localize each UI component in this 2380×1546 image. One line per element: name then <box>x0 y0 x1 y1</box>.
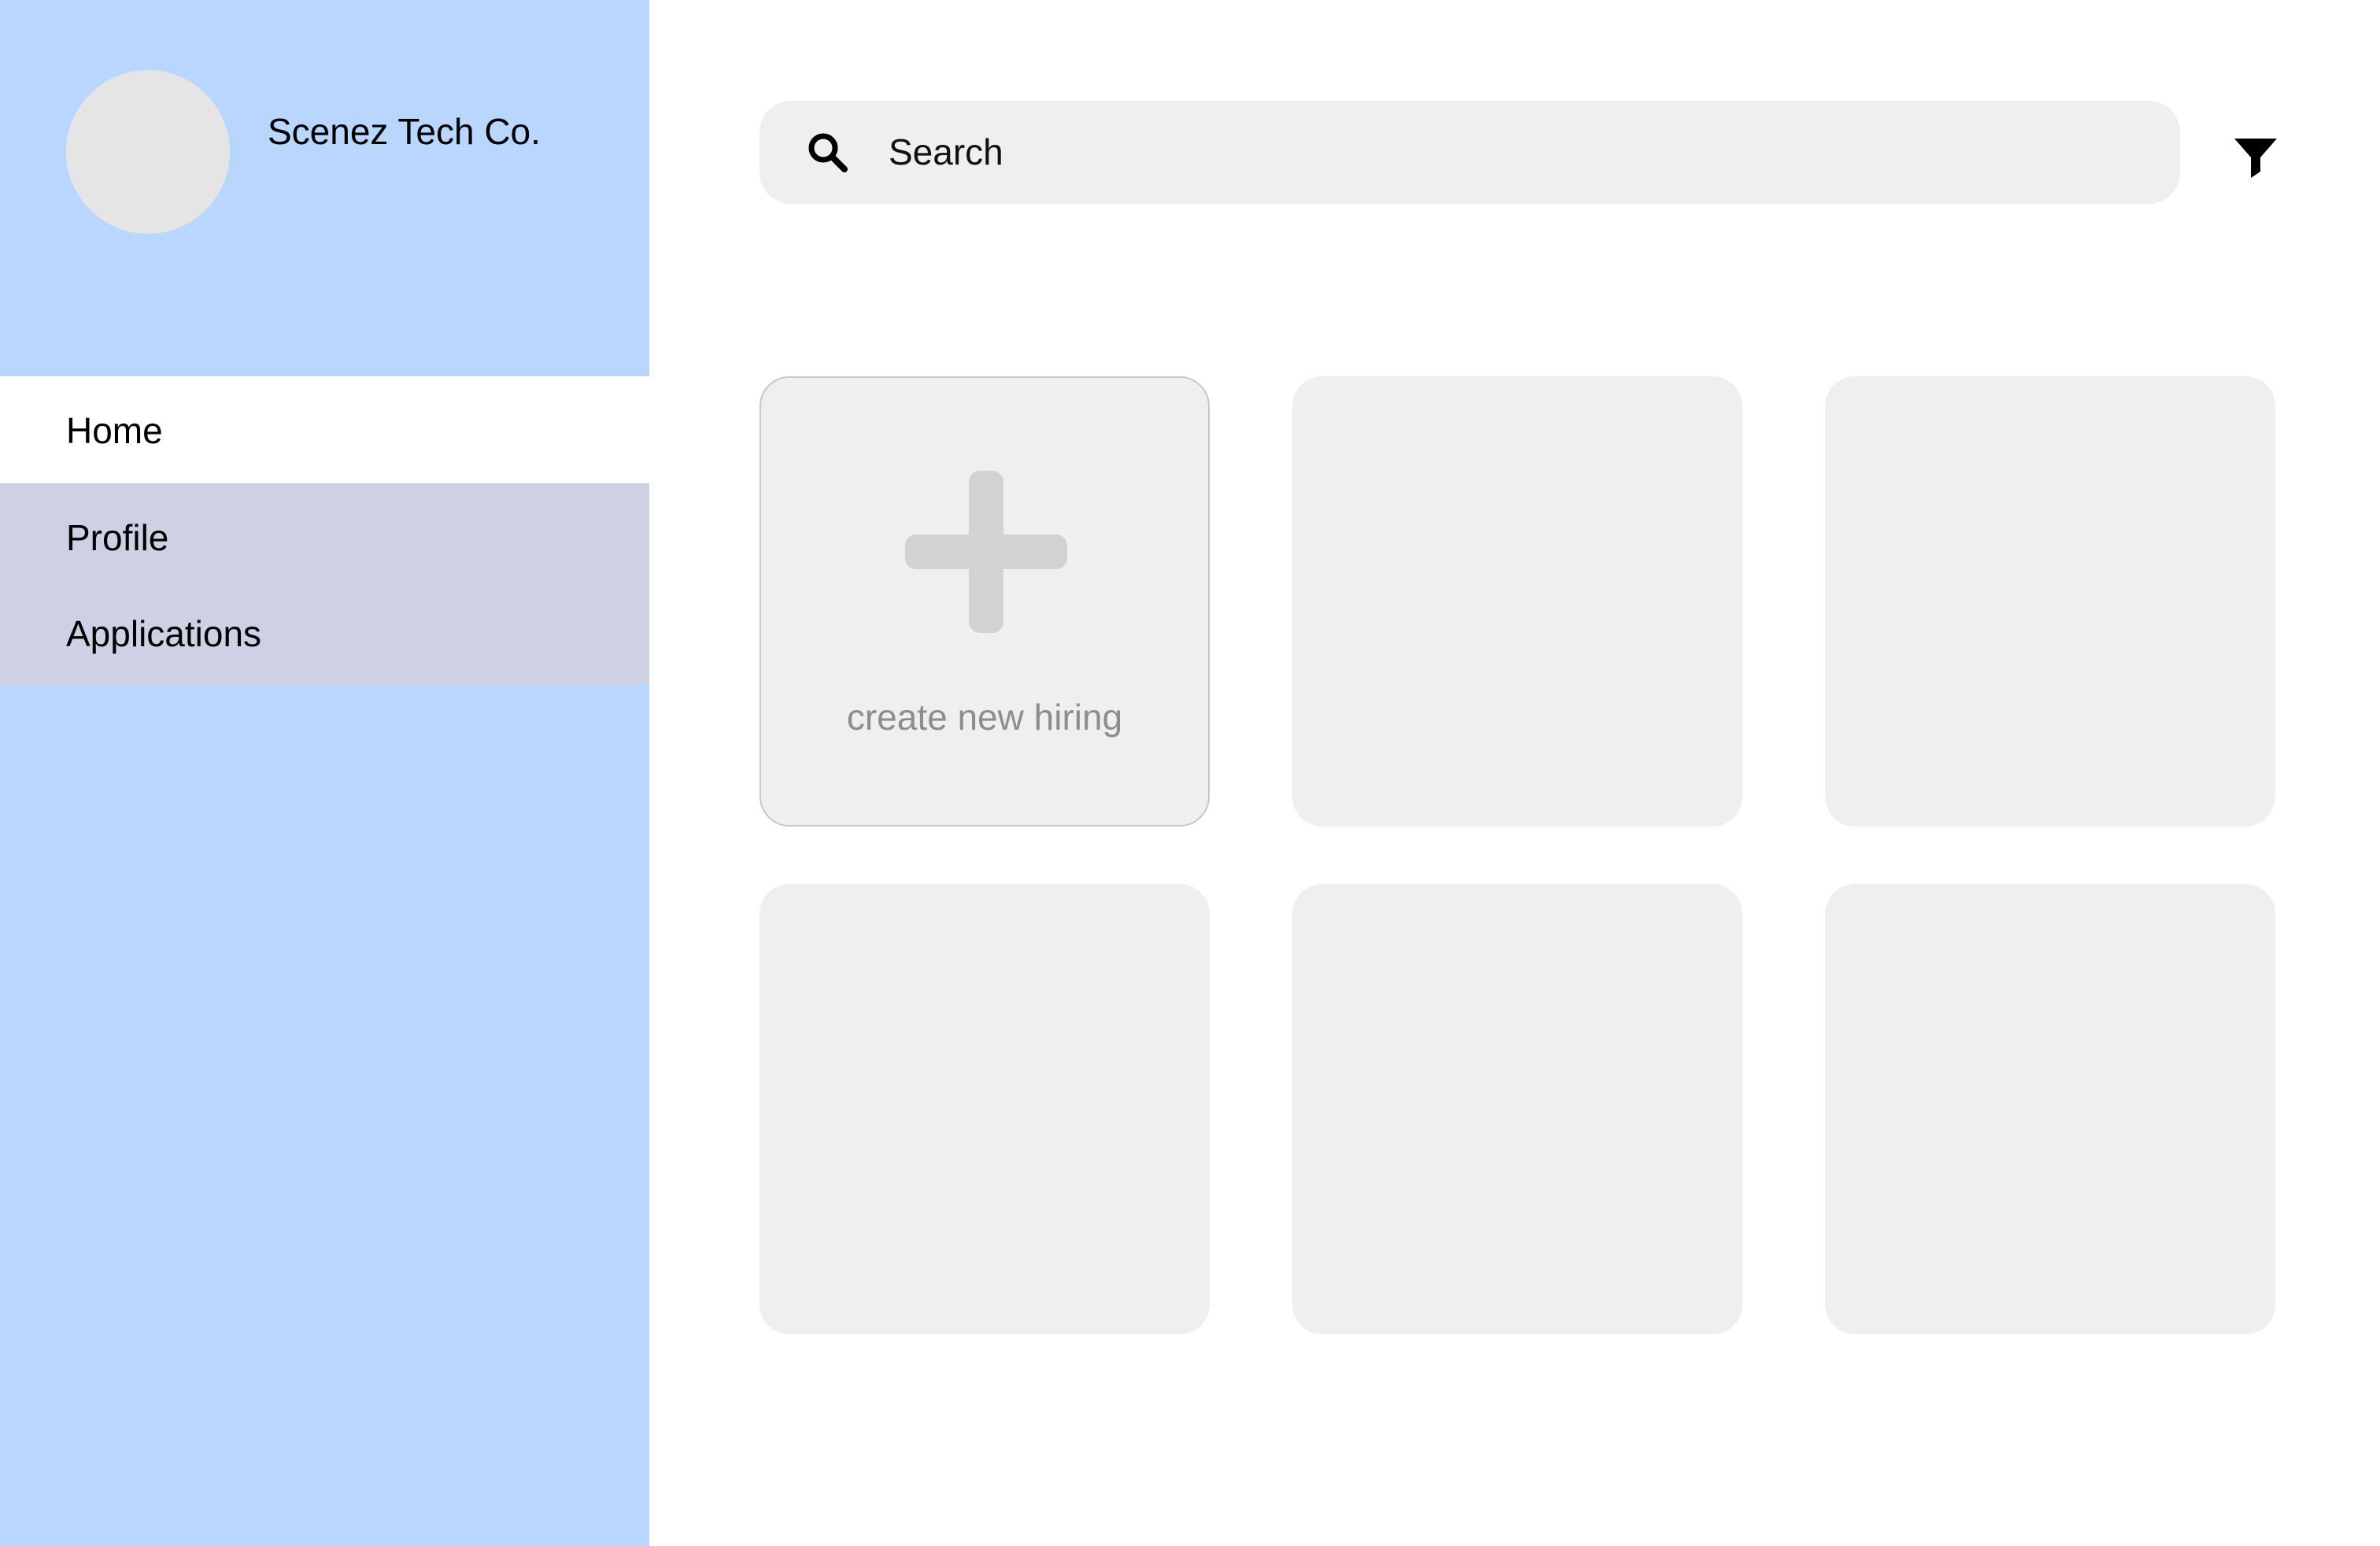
sidebar-item-profile[interactable]: Profile <box>66 516 168 559</box>
filter-icon[interactable] <box>2234 137 2278 179</box>
create-new-hiring-label: create new hiring <box>846 697 1123 738</box>
create-new-hiring-card[interactable]: create new hiring <box>759 376 1210 827</box>
hiring-card[interactable] <box>1292 376 1743 827</box>
sidebar-nav-group: Profile Applications <box>0 483 649 685</box>
company-avatar[interactable] <box>66 70 230 234</box>
hiring-card[interactable] <box>1825 884 2275 1334</box>
sidebar-item-home-label: Home <box>66 410 163 451</box>
hiring-card[interactable] <box>759 884 1210 1334</box>
search-bar[interactable] <box>759 101 2180 204</box>
sidebar-item-applications[interactable]: Applications <box>66 612 261 655</box>
sidebar-item-home[interactable]: Home <box>0 376 649 483</box>
plus-icon <box>905 471 1067 633</box>
search-input[interactable] <box>889 124 2132 179</box>
sidebar: Scenez Tech Co. Home Profile Application… <box>0 0 649 1546</box>
hiring-card[interactable] <box>1292 884 1743 1334</box>
company-name: Scenez Tech Co. <box>268 111 541 152</box>
search-icon <box>808 133 848 172</box>
hiring-card[interactable] <box>1825 376 2275 827</box>
